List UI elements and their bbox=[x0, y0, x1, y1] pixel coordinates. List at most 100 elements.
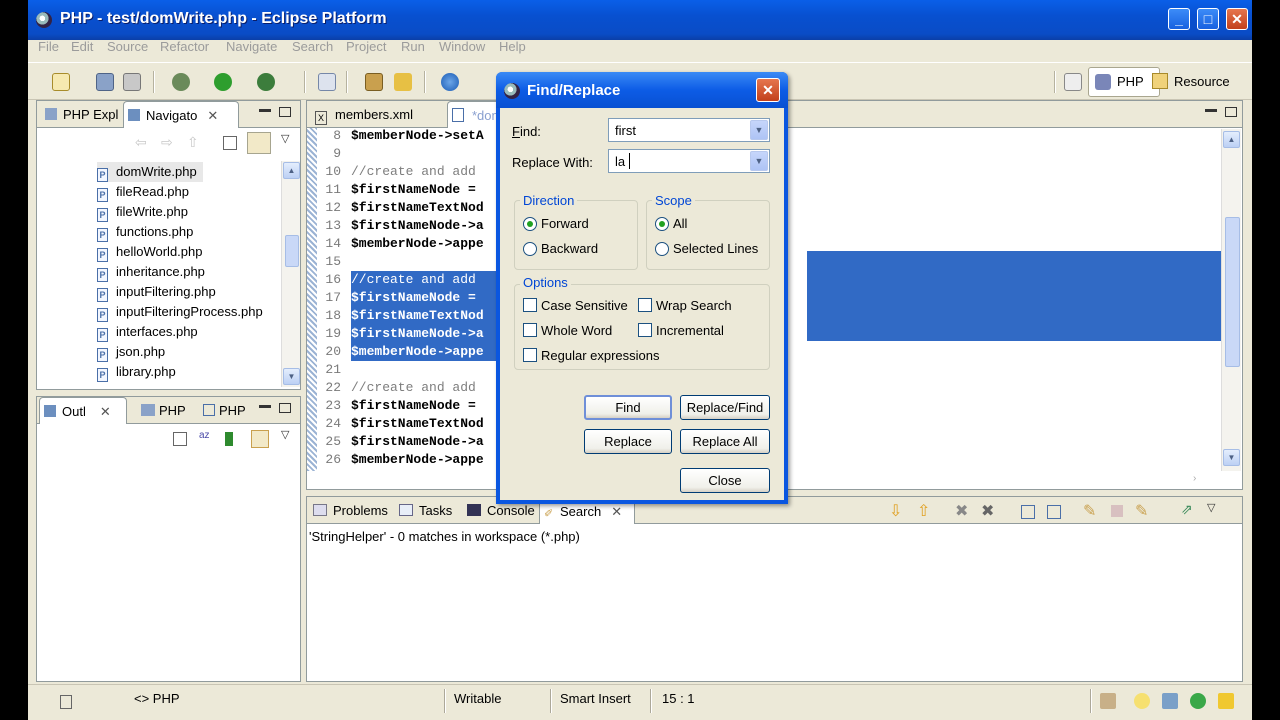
close-tab-icon[interactable]: ✕ bbox=[207, 108, 218, 123]
tab-members-xml[interactable]: Xmembers.xml bbox=[311, 101, 441, 128]
find-dropdown-icon[interactable]: ▼ bbox=[750, 120, 768, 140]
menu-run[interactable]: Run bbox=[401, 40, 425, 54]
menu-file[interactable]: File bbox=[38, 40, 59, 54]
replace-button[interactable]: Replace bbox=[584, 429, 672, 454]
tip-icon[interactable] bbox=[1134, 693, 1150, 709]
next-match-icon[interactable]: ⇩ bbox=[889, 501, 902, 521]
forward-label[interactable]: Forward bbox=[541, 216, 589, 231]
tree-file-item[interactable]: Pinheritance.php bbox=[97, 262, 205, 282]
remove-all-icon[interactable]: ✖ bbox=[981, 501, 994, 521]
filter-icon[interactable] bbox=[225, 432, 233, 446]
collapse-all-icon[interactable] bbox=[1047, 505, 1061, 519]
save-icon[interactable] bbox=[96, 73, 114, 91]
link-editor-icon[interactable] bbox=[247, 132, 271, 154]
forward-radio[interactable] bbox=[523, 217, 537, 231]
selected-lines-label[interactable]: Selected Lines bbox=[673, 241, 758, 256]
forward-icon[interactable]: ⇨ bbox=[161, 134, 173, 151]
case-sensitive-checkbox[interactable] bbox=[523, 298, 537, 312]
find-button[interactable]: Find bbox=[584, 395, 672, 420]
scope-all-label[interactable]: All bbox=[673, 216, 687, 231]
whole-word-label[interactable]: Whole Word bbox=[541, 323, 612, 338]
wrap-search-checkbox[interactable] bbox=[638, 298, 652, 312]
code-line[interactable]: $firstNameTextNod bbox=[351, 199, 484, 217]
run-icon[interactable] bbox=[214, 73, 232, 91]
code-line[interactable]: $firstNameTextNod bbox=[351, 307, 497, 325]
dialog-title-bar[interactable]: Find/Replace ✕ bbox=[496, 72, 788, 108]
scroll-down-icon[interactable]: ▼ bbox=[1223, 449, 1240, 466]
pin-icon[interactable]: ⇗ bbox=[1181, 501, 1193, 518]
resource-perspective-icon[interactable] bbox=[1152, 73, 1168, 89]
code-line[interactable]: $memberNode->setA bbox=[351, 127, 484, 145]
code-line[interactable]: $memberNode->appe bbox=[351, 235, 484, 253]
collapse-all-icon[interactable] bbox=[223, 136, 237, 150]
close-window-button[interactable]: ✕ bbox=[1226, 8, 1248, 30]
view-menu-icon[interactable]: ▽ bbox=[281, 132, 289, 145]
scroll-down-icon[interactable]: ▼ bbox=[283, 368, 300, 385]
case-sensitive-label[interactable]: Case Sensitive bbox=[541, 298, 628, 313]
scroll-right-icon[interactable]: › bbox=[1193, 473, 1205, 487]
close-tab-icon[interactable]: ✕ bbox=[100, 404, 111, 419]
update-icon[interactable] bbox=[1190, 693, 1206, 709]
code-line[interactable]: //create and add bbox=[351, 271, 497, 289]
minimize-editor-icon[interactable] bbox=[1205, 109, 1217, 112]
back-icon[interactable]: ⇦ bbox=[135, 134, 147, 151]
prev-match-icon[interactable]: ⇧ bbox=[917, 501, 930, 521]
replace-find-button[interactable]: Replace/Find bbox=[680, 395, 770, 420]
tree-file-item[interactable]: PfileRead.php bbox=[97, 182, 189, 202]
menu-source[interactable]: Source bbox=[107, 40, 148, 54]
code-line[interactable]: $memberNode->appe bbox=[351, 451, 484, 469]
expand-all-icon[interactable] bbox=[1021, 505, 1035, 519]
sort-icon[interactable]: az bbox=[199, 430, 215, 448]
regex-label[interactable]: Regular expressions bbox=[541, 348, 660, 363]
tree-file-item[interactable]: PhelloWorld.php bbox=[97, 242, 202, 262]
menu-refactor[interactable]: Refactor bbox=[160, 40, 209, 54]
code-line[interactable]: $firstNameNode->a bbox=[351, 325, 497, 343]
view-menu-icon[interactable]: ▽ bbox=[1207, 501, 1215, 514]
code-line[interactable]: $firstNameNode = bbox=[351, 397, 484, 415]
replace-all-button[interactable]: Replace All bbox=[680, 429, 770, 454]
minimize-view-icon[interactable] bbox=[259, 405, 271, 408]
remove-match-icon[interactable]: ✖ bbox=[955, 501, 968, 521]
image-icon[interactable] bbox=[1162, 693, 1178, 709]
globe-icon[interactable] bbox=[441, 73, 459, 91]
code-line[interactable]: $memberNode->appe bbox=[351, 343, 497, 361]
scroll-thumb[interactable] bbox=[285, 235, 299, 267]
php-perspective-button[interactable]: PHP bbox=[1088, 67, 1160, 97]
tree-file-item[interactable]: PdomWrite.php bbox=[97, 162, 203, 182]
print-icon[interactable] bbox=[123, 73, 141, 91]
code-line[interactable]: //create and add bbox=[351, 163, 476, 181]
replace-dropdown-icon[interactable]: ▼ bbox=[750, 151, 768, 171]
navigator-scrollbar[interactable]: ▲ ▼ bbox=[281, 161, 300, 387]
incremental-label[interactable]: Incremental bbox=[656, 323, 724, 338]
title-bar[interactable]: PHP - test/domWrite.php - Eclipse Platfo… bbox=[28, 0, 1252, 40]
dialog-close-button[interactable]: Close bbox=[680, 468, 770, 493]
tree-file-item[interactable]: PinputFilteringProcess.php bbox=[97, 302, 263, 322]
tab-tasks[interactable]: Tasks bbox=[395, 497, 461, 524]
whole-word-checkbox[interactable] bbox=[523, 323, 537, 337]
code-line[interactable]: //create and add bbox=[351, 379, 476, 397]
maximize-button[interactable]: □ bbox=[1197, 8, 1219, 30]
scroll-thumb[interactable] bbox=[1225, 217, 1240, 367]
code-line[interactable]: $firstNameTextNod bbox=[351, 415, 484, 433]
scope-all-radio[interactable] bbox=[655, 217, 669, 231]
maximize-editor-icon[interactable] bbox=[1225, 107, 1237, 117]
minimize-button[interactable]: _ bbox=[1168, 8, 1190, 30]
maximize-view-icon[interactable] bbox=[279, 403, 291, 413]
tab-php-project-outline[interactable]: PHP bbox=[199, 397, 253, 424]
menu-search[interactable]: Search bbox=[292, 40, 333, 54]
replace-combo[interactable]: la ▼ bbox=[608, 149, 770, 173]
selected-lines-radio[interactable] bbox=[655, 242, 669, 256]
open-type-icon[interactable] bbox=[318, 73, 336, 91]
wand-icon[interactable] bbox=[394, 73, 412, 91]
star-icon[interactable] bbox=[1218, 693, 1234, 709]
dialog-close-icon[interactable]: ✕ bbox=[756, 78, 780, 102]
external-tools-icon[interactable] bbox=[257, 73, 275, 91]
backward-label[interactable]: Backward bbox=[541, 241, 598, 256]
history-icon[interactable]: ✎ bbox=[1083, 501, 1096, 521]
menu-window[interactable]: Window bbox=[439, 40, 485, 54]
menu-edit[interactable]: Edit bbox=[71, 40, 93, 54]
maximize-view-icon[interactable] bbox=[279, 107, 291, 117]
find-combo[interactable]: first ▼ bbox=[608, 118, 770, 142]
tree-file-item[interactable]: Pinterfaces.php bbox=[97, 322, 198, 342]
minimize-view-icon[interactable] bbox=[259, 109, 271, 112]
